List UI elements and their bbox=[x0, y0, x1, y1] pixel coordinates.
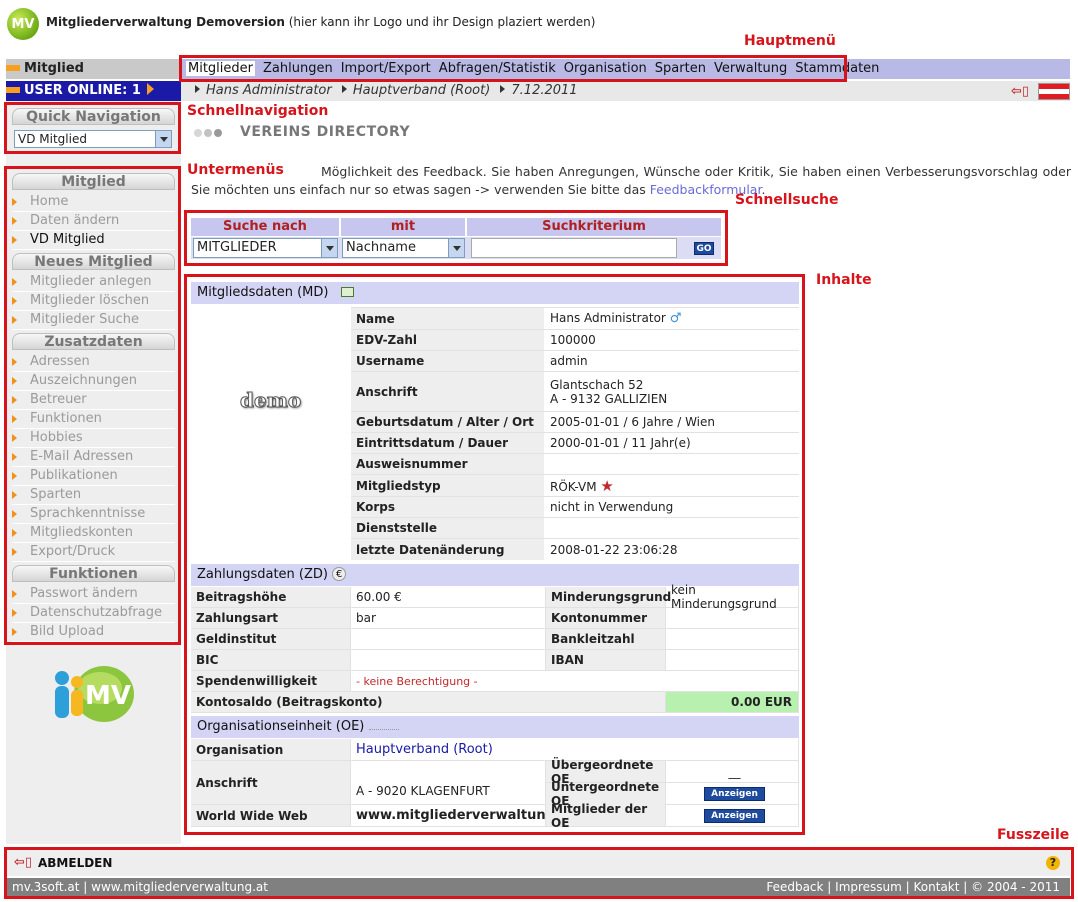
feedback-info: Möglichkeit des Feedback. Sie haben Anre… bbox=[191, 164, 1071, 197]
annotation-box-submenus bbox=[4, 166, 181, 645]
page-title: VEREINS DIRECTORY bbox=[240, 124, 411, 140]
annotation-label-submenus: Untermenüs bbox=[187, 162, 284, 178]
breadcrumb-date: 7.12.2011 bbox=[511, 83, 578, 98]
breadcrumb-org[interactable]: Hauptverband (Root) bbox=[353, 83, 490, 98]
annotation-label-main-menu: Hauptmenü bbox=[744, 33, 836, 49]
app-title: Mitgliederverwaltung Demoversion (hier k… bbox=[46, 15, 596, 29]
section-header: Mitglied bbox=[6, 59, 181, 79]
logout-icon[interactable]: ⇦▯ bbox=[1011, 84, 1033, 99]
breadcrumb-user[interactable]: Hans Administrator bbox=[206, 83, 332, 98]
annotation-label-quick-search: Schnellsuche bbox=[735, 192, 839, 208]
title-dots-icon bbox=[194, 126, 224, 140]
annotation-box-quick-nav bbox=[4, 102, 181, 154]
annotation-box-content bbox=[184, 274, 805, 835]
arrow-right-icon bbox=[146, 83, 154, 95]
app-logo: MV bbox=[7, 8, 39, 40]
annotation-box-footer bbox=[4, 847, 1074, 899]
annotation-label-content: Inhalte bbox=[816, 272, 872, 288]
annotation-label-footer: Fusszeile bbox=[997, 827, 1070, 843]
austria-flag-icon[interactable] bbox=[1038, 83, 1070, 100]
annotation-label-quick-nav: Schnellnavigation bbox=[187, 103, 329, 119]
annotation-box-quick-search bbox=[184, 210, 728, 266]
mv-logo: MV bbox=[55, 666, 134, 722]
breadcrumb: Hans Administrator Hauptverband (Root) 7… bbox=[181, 81, 1070, 101]
annotation-box-main-menu bbox=[179, 55, 847, 82]
svg-text:MV: MV bbox=[85, 681, 131, 711]
user-online-indicator: USER ONLINE: 1 bbox=[6, 81, 181, 101]
